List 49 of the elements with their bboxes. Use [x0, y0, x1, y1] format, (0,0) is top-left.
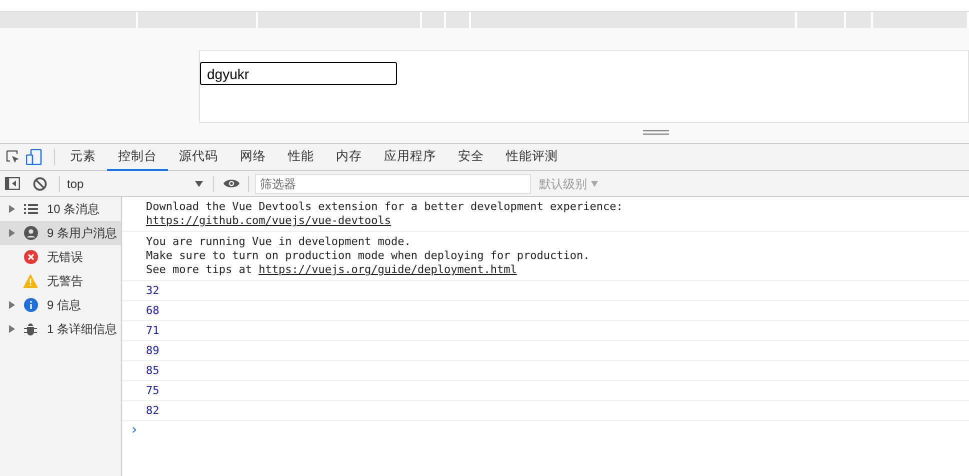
- message-text: You are running Vue in development mode.: [146, 235, 412, 249]
- device-toggle-icon[interactable]: [26, 149, 42, 165]
- console-number: 75: [122, 381, 969, 401]
- devtools-tab[interactable]: 源代码: [168, 144, 229, 170]
- caret-icon: [591, 180, 598, 186]
- sidebar-item[interactable]: 无错误: [0, 245, 121, 269]
- expand-arrow-icon[interactable]: [8, 301, 14, 309]
- sidebar-item[interactable]: 9 信息: [0, 293, 121, 317]
- expand-arrow-icon[interactable]: [8, 229, 14, 237]
- sidebar-item[interactable]: 1 条详细信息: [0, 317, 121, 341]
- console-number: 82: [122, 401, 969, 421]
- devtools-tab[interactable]: 内存: [325, 144, 373, 170]
- inspect-icon[interactable]: [6, 150, 20, 164]
- error-icon: [24, 250, 38, 264]
- expand-arrow-icon[interactable]: [8, 325, 14, 333]
- warning-icon: [23, 274, 38, 288]
- console-prompt[interactable]: ›: [122, 421, 969, 437]
- resize-handle-icon[interactable]: [643, 130, 669, 135]
- devtools-tab[interactable]: 应用程序: [373, 144, 447, 170]
- devtools-tab[interactable]: 性能: [277, 144, 325, 170]
- message-text: See more tips at: [146, 263, 253, 276]
- message-text: Download the Vue Devtools extension for a better development experience:: [146, 200, 624, 214]
- caret-icon: [195, 180, 203, 186]
- list-icon: [24, 204, 38, 214]
- console-link[interactable]: https://vuejs.org/guide/deployment.html: [258, 263, 517, 276]
- devtools-tab[interactable]: 性能评测: [495, 144, 569, 170]
- console-number: 89: [122, 341, 969, 361]
- console-number: 71: [122, 321, 969, 341]
- context-select[interactable]: top: [67, 174, 207, 192]
- user-icon: [24, 226, 38, 240]
- devtools-tab[interactable]: 元素: [59, 144, 107, 170]
- devtools-tab[interactable]: 安全: [447, 144, 495, 170]
- console-number: 32: [122, 281, 969, 301]
- info-icon: [24, 298, 38, 312]
- clear-console-icon[interactable]: [33, 176, 47, 190]
- expand-arrow-icon[interactable]: [8, 205, 14, 213]
- filter-field[interactable]: 筛选器: [255, 174, 531, 194]
- text-input[interactable]: dgyukr: [200, 62, 397, 85]
- eye-icon[interactable]: [223, 178, 240, 189]
- console-link[interactable]: https://github.com/vuejs/vue-devtools: [146, 214, 392, 227]
- message-text: Make sure to turn on production mode when deploying for production.: [146, 249, 591, 263]
- sidebar-item[interactable]: 无警告: [0, 269, 121, 293]
- sidebar-item[interactable]: 10 条消息: [0, 197, 121, 221]
- console-number: 68: [122, 301, 969, 321]
- console-number: 85: [122, 361, 969, 381]
- bug-icon: [24, 322, 37, 336]
- sidebar-toggle-icon[interactable]: [5, 177, 20, 190]
- sidebar-item[interactable]: 9 条用户消息: [0, 221, 121, 245]
- devtools-tab[interactable]: 网络: [229, 144, 277, 170]
